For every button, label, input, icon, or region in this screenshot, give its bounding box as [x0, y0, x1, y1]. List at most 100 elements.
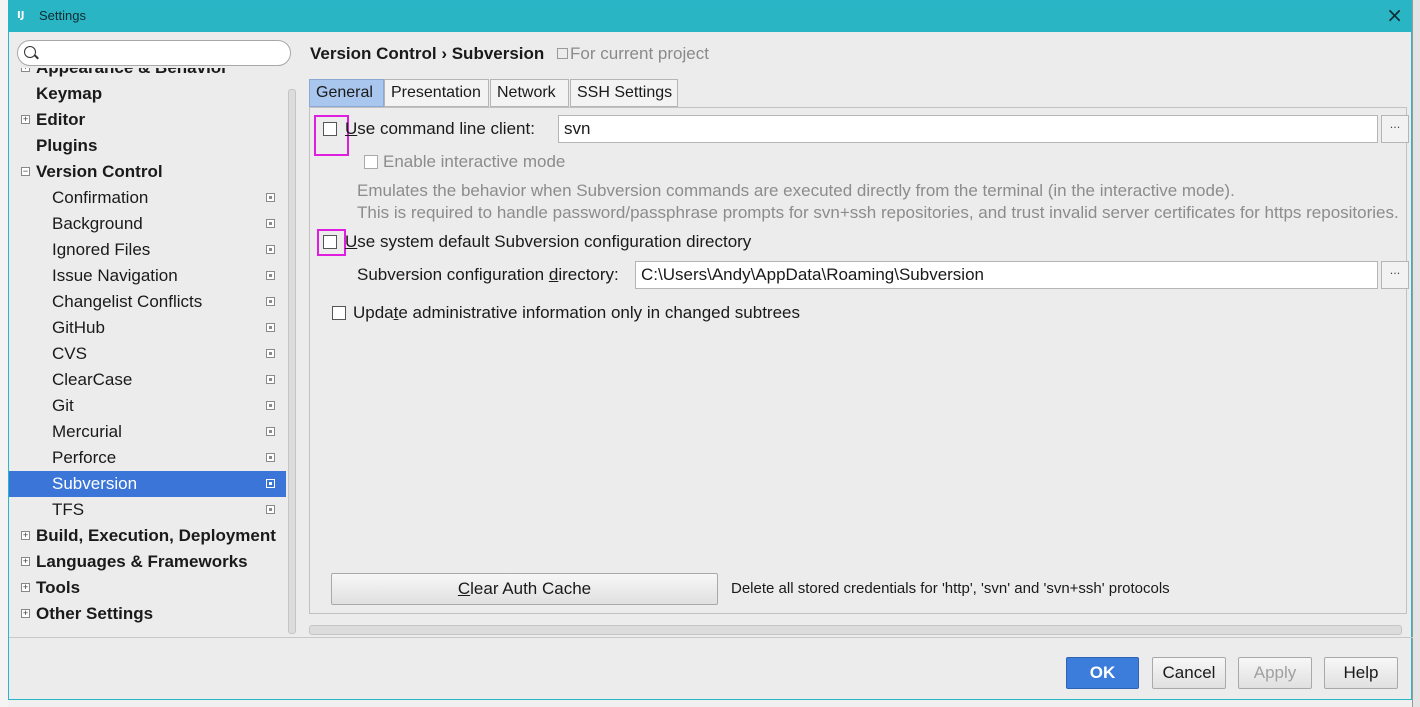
project-scope-icon: [266, 453, 275, 462]
close-icon[interactable]: ×: [1386, 5, 1403, 25]
use-command-line-client-label[interactable]: Use command line client:: [345, 119, 535, 139]
tree-item-plugins[interactable]: Plugins: [9, 133, 286, 159]
breadcrumb-scope: For current project: [570, 44, 709, 63]
tree-item-cvs[interactable]: CVS: [9, 341, 286, 367]
config-directory-input[interactable]: C:\Users\Andy\AppData\Roaming\Subversion: [635, 261, 1378, 289]
highlight-box: [314, 115, 349, 156]
tree-item-confirmation[interactable]: Confirmation: [9, 185, 286, 211]
tree-item-languages-frameworks[interactable]: + Languages & Frameworks: [9, 549, 286, 575]
tree-item-background[interactable]: Background: [9, 211, 286, 237]
search-icon: [24, 46, 36, 58]
tree-item-label: Issue Navigation: [52, 266, 178, 285]
expand-icon[interactable]: +: [21, 557, 30, 566]
browse-client-button[interactable]: ...: [1381, 115, 1409, 143]
tree-item-tools[interactable]: + Tools: [9, 575, 286, 601]
background-window-right: [1412, 0, 1420, 707]
tree-item-github[interactable]: GitHub: [9, 315, 286, 341]
tree-item-label: Other Settings: [36, 604, 154, 623]
tree-item-changelist-conflicts[interactable]: Changelist Conflicts: [9, 289, 286, 315]
clear-auth-cache-button[interactable]: Clear Auth Cache: [331, 573, 718, 605]
tree-item-label: Changelist Conflicts: [52, 292, 203, 311]
tree-item-label: Appearance & Behavior: [36, 68, 228, 81]
tree-item-label: Languages & Frameworks: [36, 552, 248, 571]
project-scope-icon: [266, 297, 275, 306]
expand-icon[interactable]: +: [21, 531, 30, 540]
collapse-icon[interactable]: −: [21, 167, 30, 176]
project-scope-icon: [266, 245, 275, 254]
project-scope-icon: [266, 427, 275, 436]
sidebar-scrollbar[interactable]: [288, 89, 296, 634]
config-directory-label: Subversion configuration directory:: [357, 265, 619, 284]
button-bar-separator: [9, 637, 1413, 638]
update-admin-info-checkbox[interactable]: [332, 306, 346, 320]
breadcrumb: Version Control › Subversion For current…: [310, 44, 709, 64]
tree-item-mercurial[interactable]: Mercurial: [9, 419, 286, 445]
tree-item-version-control[interactable]: − Version Control: [9, 159, 286, 185]
expand-icon[interactable]: +: [21, 583, 30, 592]
tree-item-label: GitHub: [52, 318, 105, 337]
tab-general[interactable]: General: [309, 79, 384, 107]
settings-sidebar: + Appearance & Behavior Keymap + Editor Plugi…: [9, 32, 299, 637]
project-scope-icon: [266, 193, 275, 202]
title-bar[interactable]: IJ Settings ×: [9, 1, 1411, 32]
tree-item-label: Version Control: [36, 162, 163, 181]
tree-item-build-execution-deployment[interactable]: + Build, Execution, Deployment: [9, 523, 286, 549]
tree-item-clearcase[interactable]: ClearCase: [9, 367, 286, 393]
tree-item-keymap[interactable]: Keymap: [9, 81, 286, 107]
tree-item-appearance-behavior[interactable]: + Appearance & Behavior: [9, 68, 286, 81]
search-input[interactable]: [42, 44, 286, 64]
tab-ssh-settings[interactable]: SSH Settings: [570, 79, 678, 107]
expand-icon[interactable]: +: [21, 609, 30, 618]
tree-item-perforce[interactable]: Perforce: [9, 445, 286, 471]
enable-interactive-mode-label: Enable interactive mode: [383, 152, 566, 171]
update-admin-info-label[interactable]: Update administrative information only i…: [353, 303, 800, 323]
tree-item-label: CVS: [52, 344, 87, 363]
project-scope-icon: [266, 505, 275, 514]
tab-presentation[interactable]: Presentation: [384, 79, 489, 107]
expand-icon[interactable]: +: [21, 115, 30, 124]
help-button[interactable]: Help: [1324, 657, 1398, 689]
tab-network[interactable]: Network: [490, 79, 569, 107]
tree-item-label: Background: [52, 214, 143, 233]
tree-item-label: Confirmation: [52, 188, 149, 207]
tree-item-editor[interactable]: + Editor: [9, 107, 286, 133]
window-title: Settings: [39, 8, 86, 23]
ok-button[interactable]: OK: [1066, 657, 1139, 689]
description-line-2: This is required to handle password/pass…: [357, 203, 1399, 222]
tree-item-label: Perforce: [52, 448, 117, 467]
highlight-box: [317, 229, 346, 256]
tree-item-other-settings[interactable]: + Other Settings: [9, 601, 286, 627]
tree-item-label: TFS: [52, 500, 85, 519]
browse-directory-button[interactable]: ...: [1381, 261, 1409, 289]
clear-auth-cache-description: Delete all stored credentials for 'http'…: [731, 580, 1170, 597]
tree-item-label: Editor: [36, 110, 86, 129]
tree-item-label: Keymap: [36, 84, 103, 103]
tree-item-label: Mercurial: [52, 422, 122, 441]
settings-tree: + Appearance & Behavior Keymap + Editor Plugi…: [9, 68, 286, 638]
settings-dialog: IJ Settings × + Appearance & Behavior Keym…: [8, 0, 1413, 700]
project-scope-icon: [266, 479, 275, 488]
tree-item-issue-navigation[interactable]: Issue Navigation: [9, 263, 286, 289]
cancel-button[interactable]: Cancel: [1152, 657, 1226, 689]
enable-interactive-mode-checkbox[interactable]: [364, 155, 378, 169]
tree-item-subversion[interactable]: Subversion: [9, 471, 286, 497]
description-line-1: Emulates the behavior when Subversion co…: [357, 181, 1235, 200]
project-scope-icon: [266, 401, 275, 410]
project-scope-icon: [557, 48, 569, 59]
command-line-client-input[interactable]: svn: [558, 115, 1378, 143]
content-horizontal-scrollbar[interactable]: [309, 625, 1402, 635]
settings-search-box[interactable]: [17, 40, 291, 66]
project-scope-icon: [266, 323, 275, 332]
tree-item-label: Build, Execution, Deployment: [36, 526, 276, 545]
tree-item-ignored-files[interactable]: Ignored Files: [9, 237, 286, 263]
settings-content: Version Control › Subversion For current…: [299, 32, 1413, 637]
tree-item-label: Git: [52, 396, 74, 415]
expand-icon[interactable]: +: [21, 68, 30, 72]
apply-button[interactable]: Apply: [1238, 657, 1312, 689]
project-scope-icon: [266, 219, 275, 228]
tree-item-label: ClearCase: [52, 370, 133, 389]
use-system-default-label[interactable]: Use system default Subversion configurat…: [345, 232, 751, 252]
tree-item-label: Ignored Files: [52, 240, 151, 259]
tree-item-tfs[interactable]: TFS: [9, 497, 286, 523]
tree-item-git[interactable]: Git: [9, 393, 286, 419]
